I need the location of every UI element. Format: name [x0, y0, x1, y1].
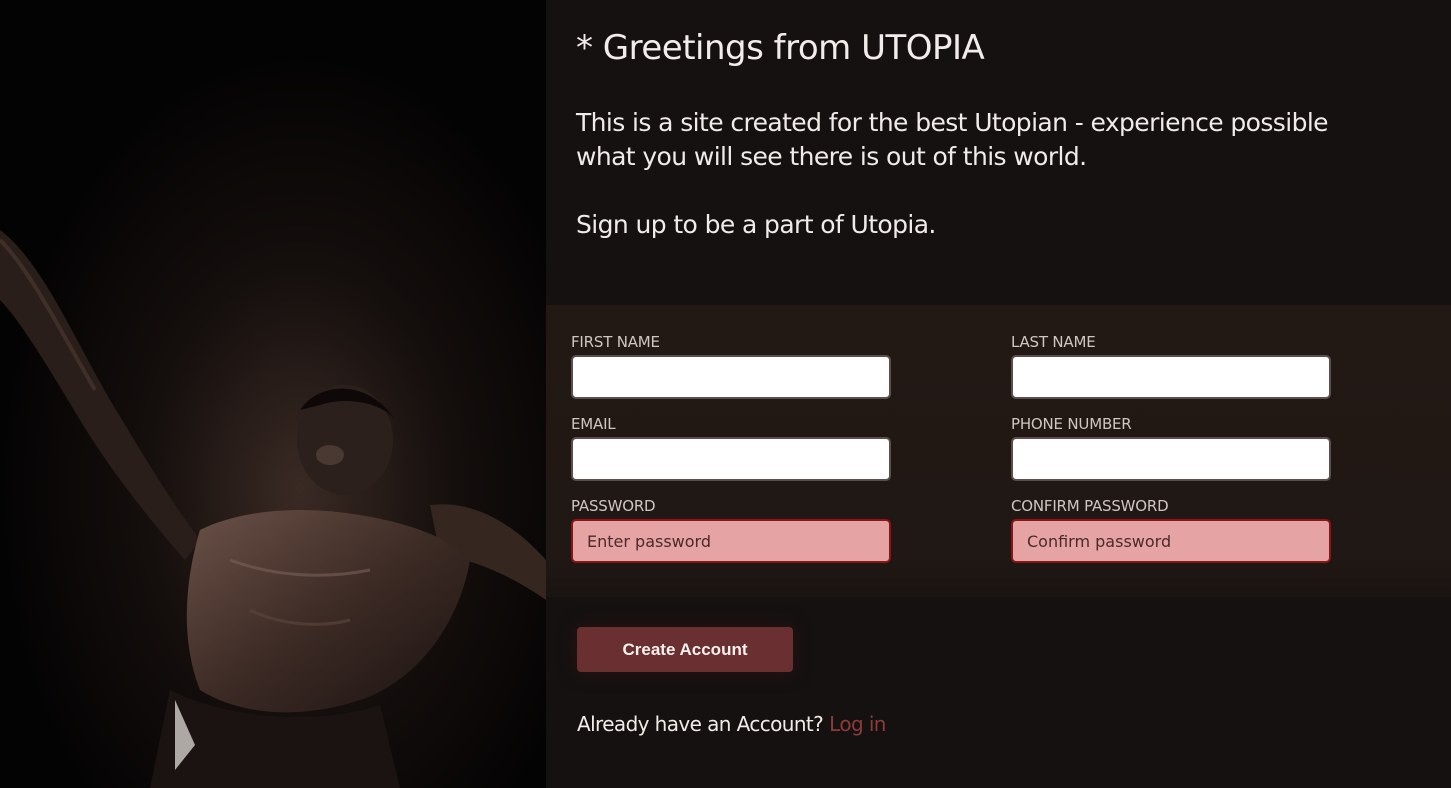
hero-image	[0, 0, 546, 788]
performer-photo	[0, 0, 546, 788]
password-group: PASSWORD	[571, 497, 891, 563]
last-name-group: LAST NAME	[1011, 333, 1331, 399]
intro-cta: Sign up to be a part of Utopia.	[576, 210, 936, 239]
first-name-input[interactable]	[571, 355, 891, 399]
signup-panel: * Greetings from UTOPIA This is a site c…	[546, 0, 1451, 788]
page-title: * Greetings from UTOPIA	[576, 28, 985, 68]
confirm-password-input[interactable]	[1011, 519, 1331, 563]
phone-input[interactable]	[1011, 437, 1331, 481]
create-account-button[interactable]: Create Account	[577, 627, 793, 672]
password-input[interactable]	[571, 519, 891, 563]
last-name-label: LAST NAME	[1011, 333, 1096, 351]
email-group: EMAIL	[571, 415, 891, 481]
phone-label: PHONE NUMBER	[1011, 415, 1132, 433]
email-label: EMAIL	[571, 415, 616, 433]
login-prompt: Already have an Account? Log in	[577, 712, 886, 736]
intro-text: This is a site created for the best Utop…	[576, 106, 1336, 242]
phone-group: PHONE NUMBER	[1011, 415, 1331, 481]
email-input[interactable]	[571, 437, 891, 481]
login-prompt-text: Already have an Account?	[577, 712, 824, 736]
intro-description: This is a site created for the best Utop…	[576, 108, 1329, 171]
signup-form: FIRST NAME LAST NAME EMAIL PHONE NUMBER …	[546, 305, 1451, 597]
first-name-label: FIRST NAME	[571, 333, 660, 351]
password-label: PASSWORD	[571, 497, 656, 515]
last-name-input[interactable]	[1011, 355, 1331, 399]
login-link[interactable]: Log in	[829, 712, 886, 736]
confirm-password-group: CONFIRM PASSWORD	[1011, 497, 1331, 563]
confirm-password-label: CONFIRM PASSWORD	[1011, 497, 1169, 515]
first-name-group: FIRST NAME	[571, 333, 891, 399]
